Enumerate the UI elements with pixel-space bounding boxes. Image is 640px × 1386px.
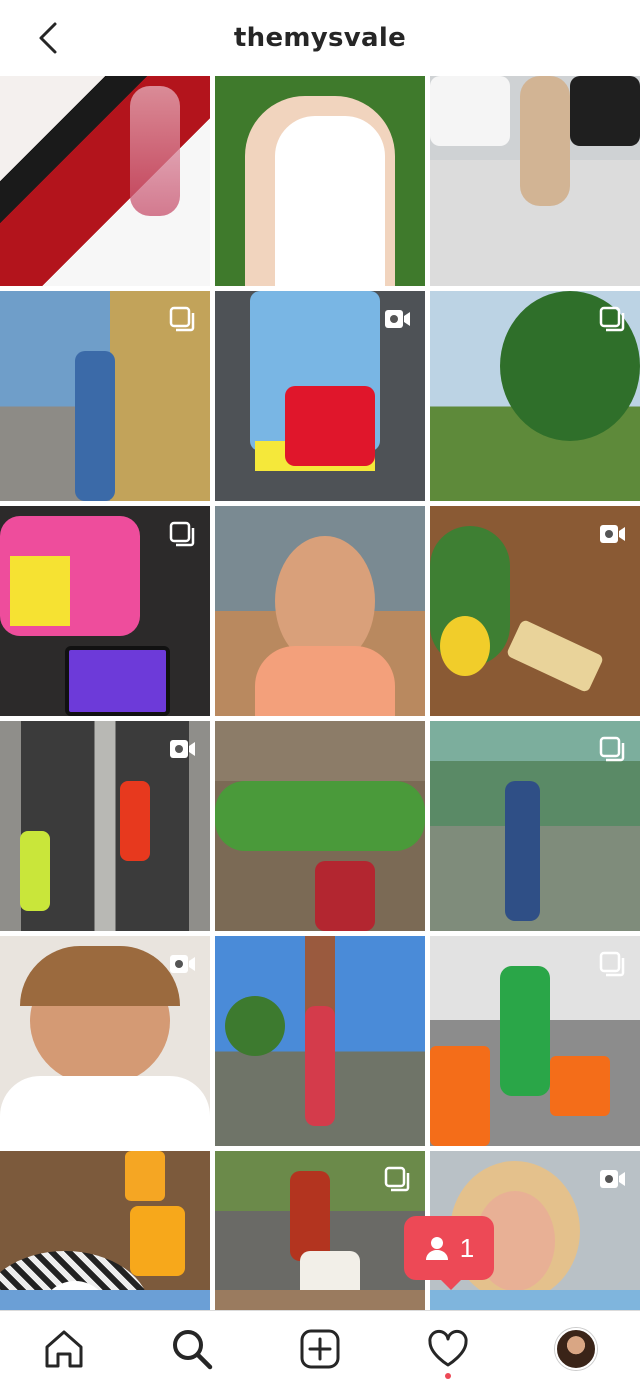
activity-dot: [445, 1372, 451, 1379]
post-plant-nursery[interactable]: [430, 721, 640, 931]
post-beach-portrait[interactable]: [215, 506, 425, 716]
video-icon: [168, 735, 196, 763]
post-red-dress-palms[interactable]: [215, 936, 425, 1146]
post-flowers-products[interactable]: [430, 506, 640, 716]
search-icon: [173, 1329, 213, 1369]
post-escalator[interactable]: [0, 721, 210, 931]
carousel-icon: [383, 1165, 411, 1193]
profile-username-title: themysvale: [233, 23, 407, 53]
post-sofa-sunglasses[interactable]: [215, 1151, 425, 1310]
nav-profile[interactable]: [544, 1317, 608, 1381]
bottom-navigation: [0, 1310, 640, 1386]
nav-activity[interactable]: [416, 1317, 480, 1381]
video-icon: [383, 305, 411, 333]
vivara-logo-text: VIVARA: [62, 1074, 162, 1099]
carousel-icon: [598, 735, 626, 763]
heart-icon: [428, 1329, 468, 1366]
profile-avatar: [555, 1327, 597, 1370]
person-icon: [425, 1237, 448, 1260]
photo-grid: VIVARA: [0, 76, 640, 1310]
video-icon: [598, 1165, 626, 1193]
back-button[interactable]: [30, 18, 66, 58]
post-red-handbag[interactable]: [215, 291, 425, 501]
post-green-dress-barriers[interactable]: [430, 936, 640, 1146]
post-field-tree[interactable]: [430, 291, 640, 501]
post-garden-pergola[interactable]: [215, 721, 425, 931]
home-icon: [45, 1330, 83, 1367]
post-partial-1[interactable]: [0, 1290, 210, 1310]
post-fabric-sketch[interactable]: [0, 76, 210, 286]
post-vivara-portrait[interactable]: VIVARA: [0, 936, 210, 1146]
video-icon: [598, 520, 626, 548]
notification-count: 1: [459, 1232, 475, 1263]
top-bar: themysvale: [0, 0, 640, 76]
post-pink-heels-tablet[interactable]: [0, 506, 210, 716]
carousel-icon: [598, 305, 626, 333]
activity-notification-bubble[interactable]: 1: [404, 1216, 494, 1290]
chevron-left-icon: [39, 22, 57, 54]
post-yellow-fringe-bag[interactable]: [0, 291, 210, 501]
add-icon: [300, 1329, 340, 1368]
nav-home[interactable]: [32, 1317, 96, 1381]
post-breakfast-table[interactable]: [0, 1151, 210, 1310]
nav-create[interactable]: [288, 1317, 352, 1381]
carousel-icon: [168, 305, 196, 333]
video-icon: [168, 950, 196, 978]
carousel-icon: [598, 950, 626, 978]
post-partial-3[interactable]: [430, 1290, 640, 1310]
nav-search[interactable]: [160, 1317, 224, 1381]
post-beige-dress-cars[interactable]: [430, 76, 640, 286]
carousel-icon: [168, 520, 196, 548]
post-white-top-necklace[interactable]: [215, 76, 425, 286]
post-partial-2[interactable]: [215, 1290, 425, 1310]
